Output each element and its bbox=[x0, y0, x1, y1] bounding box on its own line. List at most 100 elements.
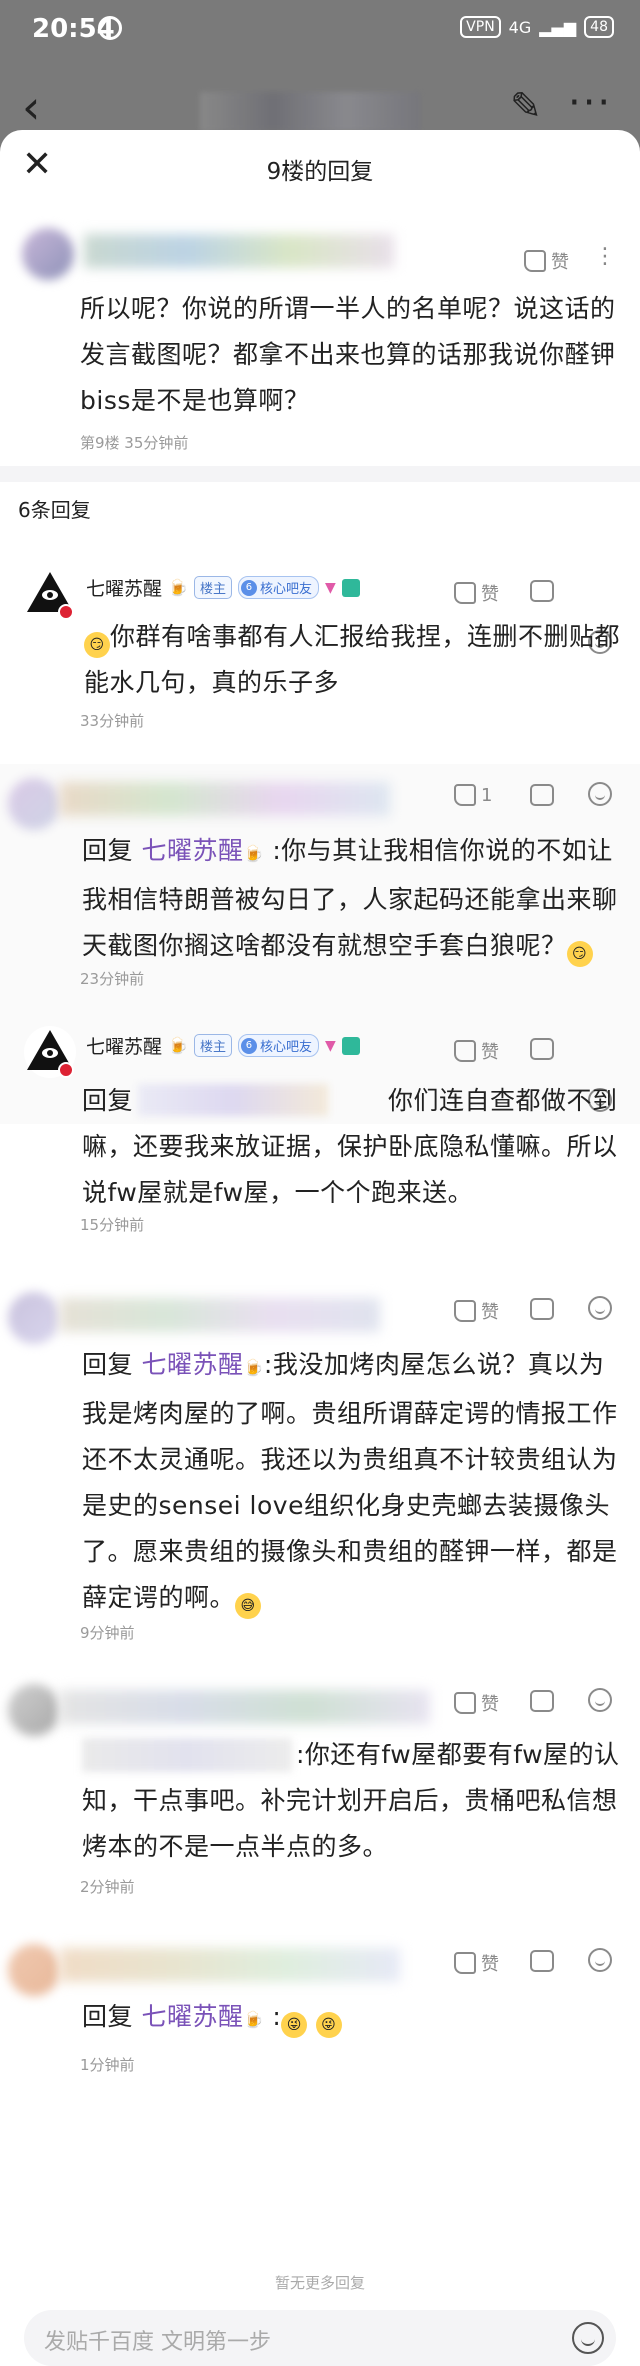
beer-icon: 🍺 bbox=[243, 844, 264, 863]
reply-item: 七曜苏醒 🍺 楼主 6 核心吧友 ▼ 赞 回复 你们连自查都做不到嘛，还要我来放证据… bbox=[0, 1018, 640, 1278]
like-button[interactable]: 赞 bbox=[454, 1038, 499, 1064]
emoji-icon[interactable] bbox=[588, 1688, 612, 1712]
bow-icon: ▼ bbox=[324, 1037, 336, 1054]
user-line: 七曜苏醒 🍺 楼主 6 核心吧友 ▼ bbox=[86, 574, 360, 601]
back-arrow-icon[interactable]: ‹ bbox=[22, 80, 40, 134]
thumbs-up-icon bbox=[454, 1692, 476, 1714]
comment-icon[interactable] bbox=[530, 580, 554, 602]
special-badge-icon bbox=[341, 1036, 360, 1055]
alarm-icon bbox=[98, 16, 122, 40]
thumbs-up-icon bbox=[454, 1300, 476, 1322]
emoji-picker-icon[interactable] bbox=[572, 2322, 604, 2354]
thumbs-up-icon bbox=[524, 250, 546, 272]
edit-icon[interactable]: ✎ bbox=[510, 84, 542, 128]
reply-time: 9分钟前 bbox=[80, 1624, 135, 1642]
special-badge-icon bbox=[341, 578, 360, 597]
status-indicators: VPN 4G ▂▄▆ 48 bbox=[460, 16, 614, 38]
username[interactable]: 七曜苏醒 bbox=[86, 1032, 162, 1059]
post-text: 所以呢？你说的所谓一半人的名单呢？说这话的发言截图呢？都拿不出来也算的话那我说你… bbox=[80, 294, 616, 415]
beer-icon: 🍺 bbox=[168, 578, 188, 597]
avatar[interactable] bbox=[8, 1944, 60, 1996]
like-button[interactable]: 赞 bbox=[454, 1690, 499, 1716]
core-fan-badge: 6 核心吧友 bbox=[237, 576, 319, 599]
smirk-emoji-icon: 😏 bbox=[566, 941, 593, 967]
reply-time: 1分钟前 bbox=[80, 2056, 135, 2074]
reply-text: 😏 你群有啥事都有人汇报给我捏，连删不删贴都能水几句，真的乐子多 bbox=[84, 622, 621, 697]
username-blurred[interactable] bbox=[60, 1298, 380, 1332]
avatar[interactable] bbox=[8, 1684, 60, 1736]
like-button[interactable]: 赞 bbox=[454, 1298, 499, 1324]
reply-target-link[interactable]: 七曜苏醒 bbox=[141, 2002, 243, 2031]
vpn-icon: VPN bbox=[460, 16, 501, 38]
title-blurred bbox=[200, 92, 420, 132]
user-line: 七曜苏醒 🍺 楼主 6 核心吧友 ▼ bbox=[86, 1032, 360, 1059]
wink-emoji-icon: 😜 bbox=[315, 2012, 342, 2038]
username-blurred[interactable] bbox=[60, 782, 390, 816]
emoji-icon[interactable] bbox=[588, 1948, 612, 1972]
post-meta: 第9楼 35分钟前 bbox=[80, 434, 189, 452]
like-button[interactable]: 赞 bbox=[454, 1950, 499, 1976]
username-blurred[interactable] bbox=[60, 1948, 400, 1982]
more-vertical-icon[interactable]: ⋮ bbox=[594, 244, 616, 269]
reply-item: 赞 回复 七曜苏醒🍺 : 😜 😜 1分钟前 bbox=[0, 1930, 640, 2110]
avatar[interactable] bbox=[24, 568, 76, 620]
bow-icon: ▼ bbox=[324, 579, 336, 596]
beer-icon: 🍺 bbox=[243, 2010, 264, 2029]
beer-icon: 🍺 bbox=[168, 1036, 188, 1055]
reply-sheet: ✕ 9楼的回复 赞 ⋮ 所以呢？你说的所谓一半人的名单呢？说这话的发言截图呢？都… bbox=[0, 130, 640, 2366]
comment-icon[interactable] bbox=[530, 1950, 554, 1972]
core-fan-badge: 6 核心吧友 bbox=[237, 1034, 319, 1057]
comment-icon[interactable] bbox=[530, 1298, 554, 1320]
master-badge: 楼主 bbox=[193, 1034, 232, 1057]
avatar[interactable] bbox=[8, 778, 60, 830]
reply-input-bar[interactable]: 发贴千百度 文明第一步 bbox=[24, 2310, 616, 2366]
master-badge: 楼主 bbox=[193, 576, 232, 599]
more-icon[interactable]: ··· bbox=[568, 80, 612, 126]
thumbs-up-icon bbox=[454, 784, 476, 806]
no-more-replies: 暂无更多回复 bbox=[274, 2274, 365, 2292]
reply-target-link[interactable]: 七曜苏醒 bbox=[141, 836, 243, 865]
wifi-icon: ▂▄▆ bbox=[539, 17, 577, 37]
like-button[interactable]: 赞 bbox=[524, 248, 569, 274]
reply-item: 七曜苏醒 🍺 楼主 6 核心吧友 ▼ 赞 😏 你群有啥事都有人汇报给我捏，连删不删贴… bbox=[0, 560, 640, 750]
comment-icon[interactable] bbox=[530, 1038, 554, 1060]
emoji-icon[interactable] bbox=[588, 1296, 612, 1320]
main-post: 赞 ⋮ 所以呢？你说的所谓一半人的名单呢？说这话的发言截图呢？都拿不出来也算的话… bbox=[0, 216, 640, 466]
reply-text: 回复 你们连自查都做不到嘛，还要我来放证据，保护卧底隐私懂嘛。所以说fw屋就是fw… bbox=[82, 1086, 618, 1207]
username-blurred[interactable] bbox=[84, 234, 394, 268]
like-button[interactable]: 1 bbox=[454, 784, 492, 806]
comment-icon[interactable] bbox=[530, 1690, 554, 1712]
reply-time: 15分钟前 bbox=[80, 1216, 145, 1234]
wink-emoji-icon: 😜 bbox=[281, 2012, 308, 2038]
reply-time: 33分钟前 bbox=[80, 712, 145, 730]
thumbs-up-icon bbox=[454, 1952, 476, 1974]
cry-laugh-emoji-icon: 😅 bbox=[235, 1593, 262, 1619]
battery-icon: 48 bbox=[584, 16, 614, 38]
reply-text: 回复 七曜苏醒🍺:我没加烤肉屋怎么说？真以为我是烤肉屋的了啊。贵组所谓薛定谔的情… bbox=[82, 1342, 622, 1621]
reply-time: 23分钟前 bbox=[80, 970, 145, 988]
username[interactable]: 七曜苏醒 bbox=[86, 574, 162, 601]
reply-input-placeholder[interactable]: 发贴千百度 文明第一步 bbox=[44, 2324, 271, 2356]
avatar[interactable] bbox=[24, 1026, 76, 1078]
reply-count: 6条回复 bbox=[18, 498, 91, 522]
like-button[interactable]: 赞 bbox=[454, 580, 499, 606]
sheet-title: 9楼的回复 bbox=[266, 159, 374, 185]
emoji-icon[interactable] bbox=[588, 782, 612, 806]
reply-text: :你还有fw屋都要有fw屋的认知，干点事吧。补完计划开启后，贵桶吧私信想烤本的不… bbox=[82, 1740, 620, 1861]
reply-text: 回复 七曜苏醒🍺 : 😜 😜 bbox=[82, 1994, 622, 2043]
reply-item: 赞 回复 七曜苏醒🍺:我没加烤肉屋怎么说？真以为我是烤肉屋的了啊。贵组所谓薛定谔… bbox=[0, 1278, 640, 1668]
reply-target-link[interactable]: 七曜苏醒 bbox=[141, 1350, 243, 1379]
avatar[interactable] bbox=[8, 1292, 60, 1344]
username-blurred[interactable] bbox=[60, 1690, 430, 1724]
divider bbox=[0, 466, 640, 482]
reply-item: 赞 :你还有fw屋都要有fw屋的认知，干点事吧。补完计划开启后，贵桶吧私信想烤本… bbox=[0, 1670, 640, 1910]
smirk-emoji-icon: 😏 bbox=[84, 632, 110, 658]
thumbs-up-icon bbox=[454, 1040, 476, 1062]
beer-icon: 🍺 bbox=[243, 1358, 264, 1377]
avatar[interactable] bbox=[22, 228, 74, 280]
comment-icon[interactable] bbox=[530, 784, 554, 806]
status-bar: 20:54 VPN 4G ▂▄▆ 48 bbox=[0, 0, 640, 62]
reply-text: 回复 七曜苏醒🍺 :你与其让我相信你说的不如让我相信特朗普被勾日了，人家起码还能… bbox=[82, 828, 622, 969]
reply-time: 2分钟前 bbox=[80, 1878, 135, 1896]
sheet-header: ✕ 9楼的回复 bbox=[0, 130, 640, 202]
